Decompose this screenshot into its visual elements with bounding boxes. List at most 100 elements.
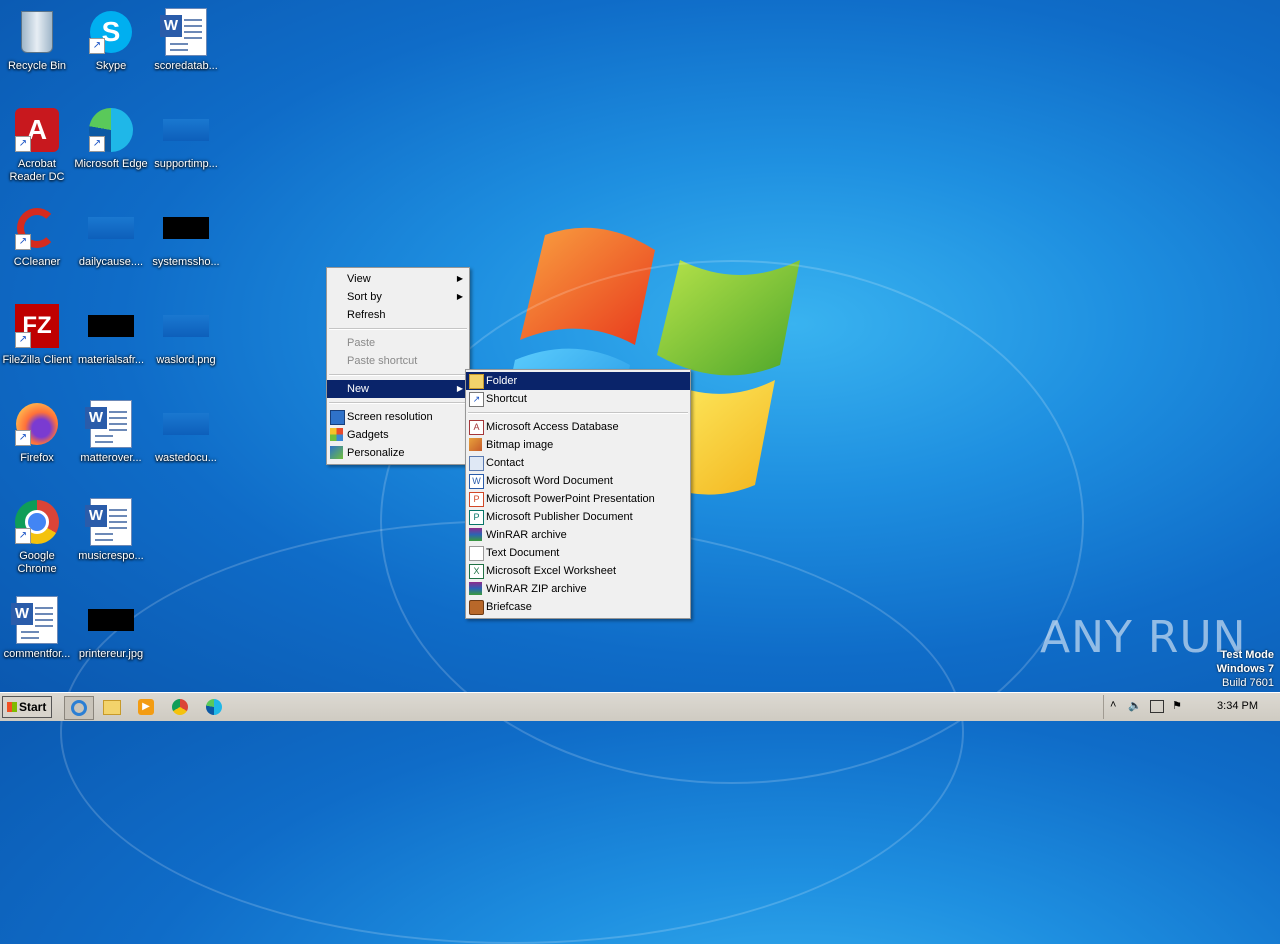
image-file-icon — [87, 204, 135, 252]
gadgets-icon — [330, 428, 343, 441]
desktop-icon-scoredatab[interactable]: W scoredatab... — [149, 8, 223, 73]
start-button[interactable]: Start — [2, 696, 52, 718]
menu-item-briefcase[interactable]: Briefcase — [466, 598, 690, 616]
menu-item-winrar-archive[interactable]: WinRAR archive — [466, 526, 690, 544]
word-document-icon: W — [160, 8, 210, 56]
skype-icon: S ↗ — [87, 8, 135, 56]
acrobat-icon: A ↗ — [13, 106, 61, 154]
menu-item-new[interactable]: New ▶ — [327, 380, 469, 398]
taskbar-media-player-button[interactable]: ▶ — [132, 696, 160, 718]
anyrun-watermark: ANY RUN — [1040, 612, 1247, 663]
submenu-arrow-icon: ▶ — [456, 274, 463, 283]
desktop-icon-firefox[interactable]: ↗ Firefox — [0, 400, 74, 465]
word-document-icon: W — [85, 498, 135, 546]
shortcut-arrow-icon: ↗ — [89, 38, 105, 54]
new-submenu: Folder ↗ Shortcut A Microsoft Access Datab… — [465, 369, 691, 619]
menu-separator — [329, 374, 467, 376]
menu-separator — [468, 412, 688, 414]
menu-item-access-database[interactable]: A Microsoft Access Database — [466, 418, 690, 436]
test-mode-watermark: Test Mode Windows 7 Build 7601 — [1216, 649, 1274, 689]
action-center-flag-icon[interactable]: ⚑ — [1172, 699, 1182, 712]
word-document-icon: W — [11, 596, 61, 644]
edge-icon: ↗ — [87, 106, 135, 154]
menu-item-view[interactable]: View ▶ — [327, 270, 469, 288]
menu-item-sort-by[interactable]: Sort by ▶ — [327, 288, 469, 306]
shortcut-arrow-icon: ↗ — [15, 528, 31, 544]
show-hidden-icons-icon[interactable]: ˄ — [1110, 699, 1116, 711]
desktop-icon-filezilla[interactable]: FZ ↗ FileZilla Client — [0, 302, 74, 367]
ccleaner-icon: ↗ — [13, 204, 61, 252]
clock[interactable]: 3:34 PM — [1217, 700, 1258, 712]
shortcut-arrow-icon: ↗ — [15, 136, 31, 152]
winrar-zip-icon — [469, 582, 482, 595]
media-player-icon: ▶ — [138, 699, 154, 715]
chrome-icon — [172, 699, 188, 715]
menu-item-contact[interactable]: Contact — [466, 454, 690, 472]
windows-flag-icon — [7, 702, 17, 712]
taskbar-edge-button[interactable] — [200, 696, 228, 718]
excel-icon: X — [469, 564, 484, 579]
image-file-icon — [162, 400, 210, 448]
menu-item-word-document[interactable]: W Microsoft Word Document — [466, 472, 690, 490]
taskbar: Start ▶ ˄ 🔈 ⚑ 3:34 PM — [0, 692, 1280, 721]
menu-item-screen-resolution[interactable]: Screen resolution — [327, 408, 469, 426]
image-file-icon — [162, 204, 210, 252]
menu-item-refresh[interactable]: Refresh — [327, 306, 469, 324]
system-tray: ˄ 🔈 ⚑ 3:34 PM — [1103, 695, 1280, 719]
taskbar-explorer-button[interactable] — [98, 696, 126, 718]
desktop-icon-musicrespo[interactable]: W musicrespo... — [74, 498, 148, 563]
personalize-icon — [330, 446, 343, 459]
desktop-icon-recycle-bin[interactable]: Recycle Bin — [0, 8, 74, 73]
menu-item-paste-shortcut[interactable]: Paste shortcut — [327, 352, 469, 370]
desktop-icon-dailycause[interactable]: dailycause.... — [74, 204, 148, 269]
desktop-icon-wastedocu[interactable]: wastedocu... — [149, 400, 223, 465]
desktop-icon-chrome[interactable]: ↗ Google Chrome — [0, 498, 74, 576]
menu-item-paste[interactable]: Paste — [327, 334, 469, 352]
bitmap-icon — [469, 438, 482, 451]
internet-explorer-icon — [71, 700, 87, 716]
menu-item-shortcut[interactable]: ↗ Shortcut — [466, 390, 690, 408]
desktop-icon-matterover[interactable]: W matterover... — [74, 400, 148, 465]
menu-item-folder[interactable]: Folder — [466, 372, 690, 390]
text-document-icon — [469, 546, 484, 561]
contact-icon — [469, 456, 484, 471]
desktop-icon-ccleaner[interactable]: ↗ CCleaner — [0, 204, 74, 269]
menu-item-text-document[interactable]: Text Document — [466, 544, 690, 562]
firefox-icon: ↗ — [13, 400, 61, 448]
image-file-icon — [162, 106, 210, 154]
powerpoint-icon: P — [469, 492, 484, 507]
network-icon[interactable] — [1150, 700, 1164, 713]
submenu-arrow-icon: ▶ — [456, 384, 463, 393]
chrome-icon: ↗ — [13, 498, 61, 546]
desktop-icon-commentfor[interactable]: W commentfor... — [0, 596, 74, 661]
shortcut-arrow-icon: ↗ — [89, 136, 105, 152]
edge-icon — [206, 699, 222, 715]
desktop-icon-acrobat[interactable]: A ↗ Acrobat Reader DC — [0, 106, 74, 184]
folder-icon — [469, 374, 484, 389]
menu-item-gadgets[interactable]: Gadgets — [327, 426, 469, 444]
menu-item-bitmap-image[interactable]: Bitmap image — [466, 436, 690, 454]
shortcut-arrow-icon: ↗ — [15, 332, 31, 348]
desktop-icon-waslord[interactable]: waslord.png — [149, 302, 223, 367]
recycle-bin-icon — [13, 8, 61, 56]
menu-item-publisher[interactable]: P Microsoft Publisher Document — [466, 508, 690, 526]
word-icon: W — [469, 474, 484, 489]
desktop-icon-supportimp[interactable]: supportimp... — [149, 106, 223, 171]
taskbar-ie-button[interactable] — [64, 696, 94, 720]
menu-separator — [329, 402, 467, 404]
image-file-icon — [87, 596, 135, 644]
monitor-icon — [330, 410, 345, 425]
menu-item-excel-worksheet[interactable]: X Microsoft Excel Worksheet — [466, 562, 690, 580]
volume-icon[interactable]: 🔈 — [1128, 699, 1142, 712]
desktop-icon-systemssho[interactable]: systemssho... — [149, 204, 223, 269]
menu-item-powerpoint[interactable]: P Microsoft PowerPoint Presentation — [466, 490, 690, 508]
desktop-icon-edge[interactable]: ↗ Microsoft Edge — [74, 106, 148, 171]
menu-item-winrar-zip[interactable]: WinRAR ZIP archive — [466, 580, 690, 598]
taskbar-chrome-button[interactable] — [166, 696, 194, 718]
menu-item-personalize[interactable]: Personalize — [327, 444, 469, 462]
desktop-icon-materialsafr[interactable]: materialsafr... — [74, 302, 148, 367]
desktop-icon-printereur[interactable]: printereur.jpg — [74, 596, 148, 661]
briefcase-icon — [469, 600, 484, 615]
word-document-icon: W — [85, 400, 135, 448]
desktop-icon-skype[interactable]: S ↗ Skype — [74, 8, 148, 73]
